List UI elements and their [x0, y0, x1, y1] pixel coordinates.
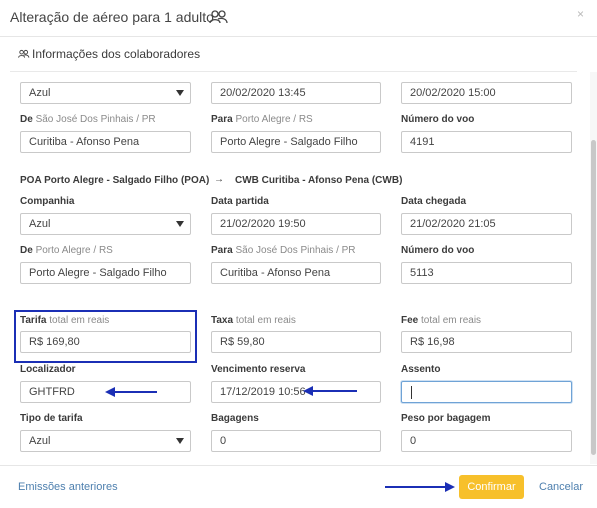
from-field-2[interactable]: Porto Alegre - Salgado Filho — [20, 262, 191, 284]
close-icon[interactable]: × — [577, 7, 584, 21]
taxa-field[interactable]: R$ 59,80 — [211, 331, 381, 353]
route-arrow-icon: → — [214, 174, 224, 185]
flight-number-field-1[interactable]: 4191 — [401, 131, 572, 153]
previous-emissions-link[interactable]: Emissões anteriores — [18, 481, 118, 493]
arrival-date-field-1[interactable]: 20/02/2020 15:00 — [401, 82, 572, 104]
arrival-label-2: Data chegada — [401, 196, 467, 207]
route-destination: CWB Curitiba - Afonso Pena (CWB) — [235, 175, 403, 186]
peso-bagagem-field[interactable]: 0 — [401, 430, 572, 452]
departure-label-2: Data partida — [211, 196, 269, 207]
annotation-arrow-left-icon — [105, 387, 157, 397]
annotation-highlight-box — [14, 310, 197, 363]
localizador-label: Localizador — [20, 364, 76, 375]
company-select-1[interactable]: Azul — [20, 82, 191, 104]
taxa-label: Taxa total em reais — [211, 315, 296, 326]
cancel-button[interactable]: Cancelar — [539, 481, 583, 493]
departure-date-field-2[interactable]: 21/02/2020 19:50 — [211, 213, 381, 235]
to-label-1: Para Porto Alegre / RS — [211, 114, 313, 125]
annotation-arrow-left-icon — [303, 386, 357, 396]
tipo-tarifa-label: Tipo de tarifa — [20, 413, 83, 424]
from-field-1[interactable]: Curitiba - Afonso Pena — [20, 131, 191, 153]
flight-number-label-1: Número do voo — [401, 114, 475, 125]
fee-label: Fee total em reais — [401, 315, 482, 326]
to-field-1[interactable]: Porto Alegre - Salgado Filho — [211, 131, 381, 153]
from-label-2: De Porto Alegre / RS — [20, 245, 113, 256]
bagagens-label: Bagagens — [211, 413, 259, 424]
arrival-date-field-2[interactable]: 21/02/2020 21:05 — [401, 213, 572, 235]
confirm-button[interactable]: Confirmar — [459, 475, 524, 499]
to-field-2[interactable]: Curitiba - Afonso Pena — [211, 262, 381, 284]
scrollbar-thumb[interactable] — [591, 140, 596, 455]
from-label-1: De São José Dos Pinhais / PR — [20, 114, 156, 125]
text-cursor — [411, 386, 412, 399]
bagagens-field[interactable]: 0 — [211, 430, 381, 452]
flight-number-field-2[interactable]: 5113 — [401, 262, 572, 284]
company-select-2[interactable]: Azul — [20, 213, 191, 235]
tipo-tarifa-select[interactable]: Azul — [20, 430, 191, 452]
company-label-2: Companhia — [20, 196, 75, 207]
to-label-2: Para São José Dos Pinhais / PR — [211, 245, 356, 256]
modal-dialog: Alteração de aéreo para 1 adulto × Infor… — [0, 0, 597, 507]
section-title-text: Informações dos colaboradores — [32, 47, 201, 61]
assento-field[interactable] — [401, 381, 572, 403]
peso-bagagem-label: Peso por bagagem — [401, 413, 491, 424]
fee-field[interactable]: R$ 16,98 — [401, 331, 572, 353]
assento-label: Assento — [401, 364, 441, 375]
route-origin: POA Porto Alegre - Salgado Filho (POA) — [20, 175, 210, 186]
vencimento-label: Vencimento reserva — [211, 364, 306, 375]
users-icon — [209, 10, 228, 24]
users-icon — [18, 49, 30, 58]
modal-title: Alteração de aéreo para 1 adulto — [10, 9, 214, 25]
section-title: Informações dos colaboradores — [18, 47, 200, 61]
flight-number-label-2: Número do voo — [401, 245, 475, 256]
departure-date-field-1[interactable]: 20/02/2020 13:45 — [211, 82, 381, 104]
